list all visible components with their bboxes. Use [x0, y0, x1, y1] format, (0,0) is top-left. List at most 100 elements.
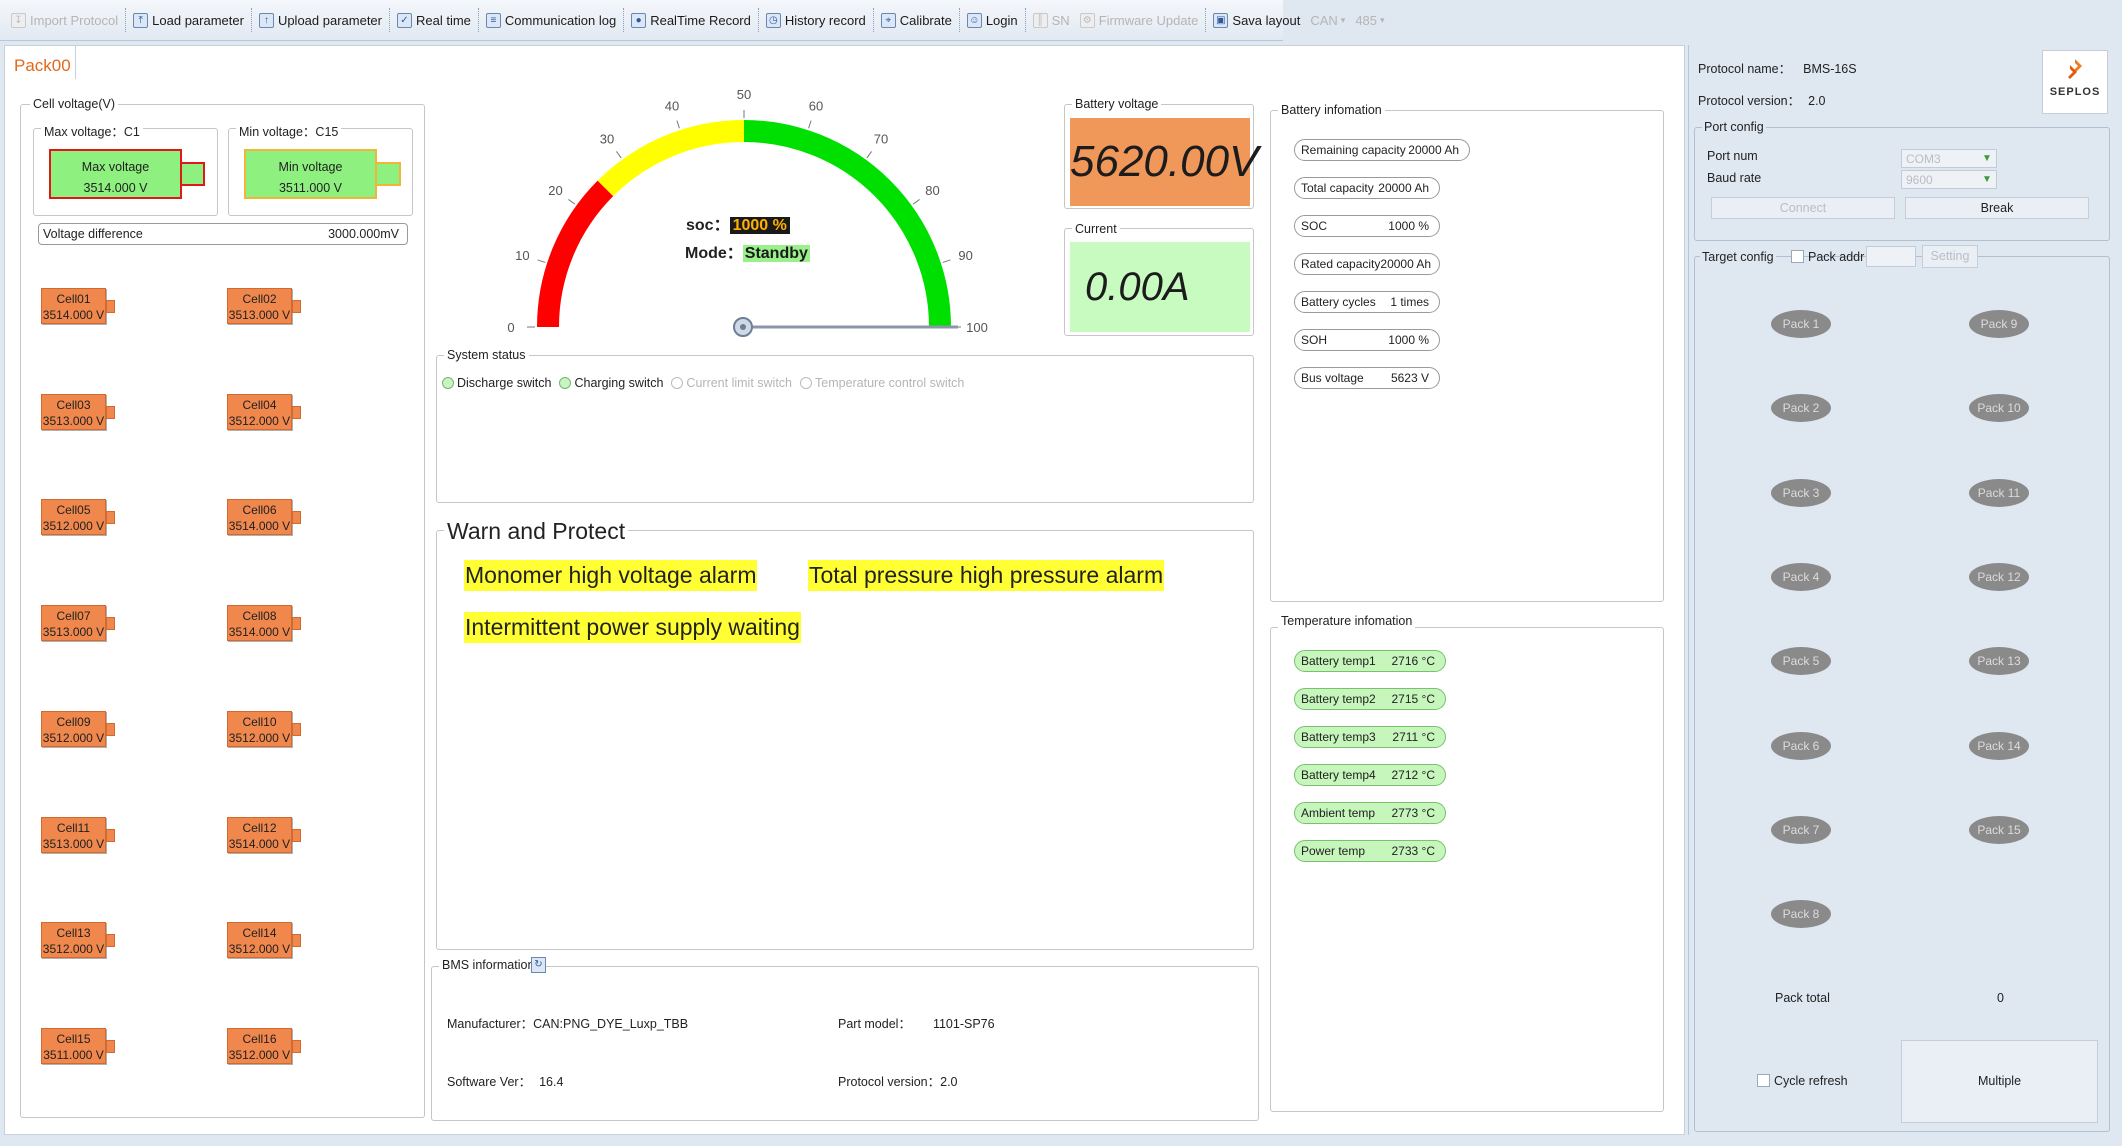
battery-voltage-value: 5620.00V — [1070, 118, 1258, 206]
part-model-value: 1101-SP76 — [932, 1017, 995, 1031]
baud-rate-select[interactable]: 9600 ▼ — [1901, 170, 1997, 189]
toolbar-firmware-update-button[interactable]: ⚙ Firmware Update — [1075, 5, 1204, 35]
switch-charging-switch[interactable]: Charging switch — [559, 376, 663, 390]
chevron-down-icon: ▼ — [1982, 174, 1992, 185]
toolbar-label: Sava layout — [1232, 12, 1301, 28]
toolbar-485-button[interactable]: 485 ▾ — [1350, 5, 1389, 35]
chevron-down-icon: ▾ — [1380, 14, 1385, 25]
upload-icon: ↑ — [258, 12, 274, 28]
warn-item-2: Total pressure high pressure alarm — [808, 560, 1165, 591]
toolbar-sava-layout-button[interactable]: ▣ Sava layout — [1208, 5, 1305, 35]
temp-value: 2716 °C — [1391, 654, 1436, 668]
pack-button-12[interactable]: Pack 12 — [1969, 562, 2029, 591]
pack-button-13[interactable]: Pack 13 — [1969, 647, 2029, 676]
toolbar-import-protocol-button[interactable]: ↧ Import Protocol — [6, 5, 123, 35]
pack-button-3[interactable]: Pack 3 — [1771, 478, 1831, 507]
battery-info-battery-cycles: Battery cycles 1 times — [1294, 291, 1440, 313]
gauge-tick-label: 40 — [665, 98, 679, 113]
manufacturer-value: CAN:PNG_DYE_Luxp_TBB — [533, 1017, 689, 1031]
cell-voltage-value: 3512.000 V — [42, 730, 105, 745]
warn-item-3: Intermittent power supply waiting — [464, 612, 801, 643]
cell-name: Cell12 — [242, 820, 277, 835]
temp-value: 2711 °C — [1392, 730, 1435, 744]
toolbar-can-button[interactable]: CAN ▾ — [1305, 5, 1350, 35]
cell-cell14: Cell14 3512.000 V — [227, 922, 292, 959]
mode-value: Standby — [742, 245, 810, 262]
toolbar-upload-parameter-button[interactable]: ↑ Upload parameter — [254, 5, 387, 35]
cell-terminal — [106, 617, 115, 631]
pack-button-5[interactable]: Pack 5 — [1771, 647, 1831, 676]
warn-item-1: Monomer high voltage alarm — [464, 560, 758, 591]
multiple-button[interactable]: Multiple — [1901, 1040, 2098, 1123]
port-num-value: COM3 — [1906, 152, 1941, 166]
cell-cell11: Cell11 3513.000 V — [41, 816, 106, 853]
cell-cell01: Cell01 3514.000 V — [41, 288, 106, 324]
port-num-select[interactable]: COM3 ▼ — [1901, 149, 1997, 168]
cell-voltage-value: 3511.000 V — [43, 1047, 104, 1062]
pack-addr-checkbox[interactable]: Pack addr — [1791, 250, 1864, 264]
toolbar-communication-log-button[interactable]: ≡ Communication log — [481, 5, 621, 35]
protocol-version-label: Protocol version： — [838, 1075, 941, 1089]
cell-cell12: Cell12 3514.000 V — [227, 816, 292, 853]
pack-addr-input[interactable] — [1866, 246, 1916, 267]
radio-icon[interactable] — [800, 377, 812, 389]
radio-icon[interactable] — [671, 377, 684, 389]
switch-current-limit-switch[interactable]: Current limit switch — [671, 376, 792, 390]
battery-info-label: Rated capacity — [1301, 257, 1381, 271]
radio-icon[interactable] — [559, 377, 572, 389]
toolbar-realtime-record-button[interactable]: ● RealTime Record — [626, 5, 756, 35]
toolbar-sn-button[interactable]: ║ SN — [1028, 5, 1075, 35]
cell-terminal — [106, 934, 115, 948]
cell-name: Cell04 — [242, 397, 277, 412]
max-voltage-battery: Max voltage 3514.000 V — [49, 149, 182, 199]
manufacturer-row: Manufacturer：CAN:PNG_DYE_Luxp_TBB — [447, 1013, 688, 1032]
switch-temperature-control-switch[interactable]: Temperature control switch — [800, 376, 964, 390]
cycle-refresh-checkbox[interactable]: Cycle refresh — [1757, 1074, 1848, 1088]
tab-pack00[interactable]: Pack00 — [4, 45, 76, 79]
battery-info-rated-capacity: Rated capacity 20000 Ah — [1294, 253, 1440, 275]
pack-button-14[interactable]: Pack 14 — [1969, 731, 2029, 760]
voltage-difference-label: Voltage difference — [43, 227, 143, 241]
temp-label: Power temp — [1301, 844, 1366, 858]
cell-name: Cell14 — [242, 926, 277, 941]
temp-label: Ambient temp — [1301, 806, 1376, 820]
toolbar-separator — [250, 8, 252, 32]
cell-name: Cell13 — [56, 926, 91, 941]
break-button[interactable]: Break — [1905, 197, 2089, 219]
pack-button-7[interactable]: Pack 7 — [1771, 815, 1831, 844]
toolbar-login-button[interactable]: ☺ Login — [962, 5, 1023, 35]
connect-button[interactable]: Connect — [1711, 197, 1895, 219]
pack-button-8[interactable]: Pack 8 — [1771, 900, 1831, 929]
calibrate-icon: ⌖ — [880, 12, 896, 28]
chevron-down-icon: ▼ — [1982, 153, 1992, 164]
port-num-label: Port num — [1707, 149, 1758, 163]
toolbar-calibrate-button[interactable]: ⌖ Calibrate — [876, 5, 957, 35]
battery-info-label: Battery cycles — [1301, 295, 1376, 309]
refresh-icon[interactable]: ↻ — [531, 957, 546, 973]
target-config-group — [1694, 256, 2110, 1132]
pack-button-6[interactable]: Pack 6 — [1771, 731, 1831, 760]
cell-voltage-value: 3513.000 V — [42, 413, 105, 428]
pack-addr-check[interactable] — [1791, 250, 1804, 263]
toolbar-history-record-button[interactable]: ◷ History record — [761, 5, 871, 35]
battery-info-label: Bus voltage — [1301, 371, 1364, 385]
radio-icon[interactable] — [442, 377, 454, 389]
gauge-tick-label: 100 — [966, 320, 988, 335]
toolbar-load-parameter-button[interactable]: ⤒ Load parameter — [128, 5, 249, 35]
min-voltage-group-label: Min voltage：C15 — [236, 121, 342, 140]
pack-button-9[interactable]: Pack 9 — [1969, 310, 2029, 338]
cell-terminal — [292, 617, 301, 631]
cell-name: Cell10 — [242, 714, 277, 729]
cell-terminal — [292, 511, 301, 525]
gauge-tick-label: 20 — [548, 183, 562, 198]
pack-button-11[interactable]: Pack 11 — [1969, 478, 2029, 507]
cycle-refresh-check[interactable] — [1757, 1074, 1770, 1087]
switch-discharge-switch[interactable]: Discharge switch — [442, 376, 551, 390]
pack-button-15[interactable]: Pack 15 — [1969, 815, 2029, 844]
pack-button-4[interactable]: Pack 4 — [1771, 562, 1831, 591]
toolbar-real-time-button[interactable]: ✓ Real time — [392, 5, 476, 35]
cell-terminal — [292, 405, 301, 419]
setting-button[interactable]: Setting — [1922, 245, 1978, 268]
pack-button-1[interactable]: Pack 1 — [1771, 310, 1831, 338]
cell-terminal — [106, 828, 115, 842]
